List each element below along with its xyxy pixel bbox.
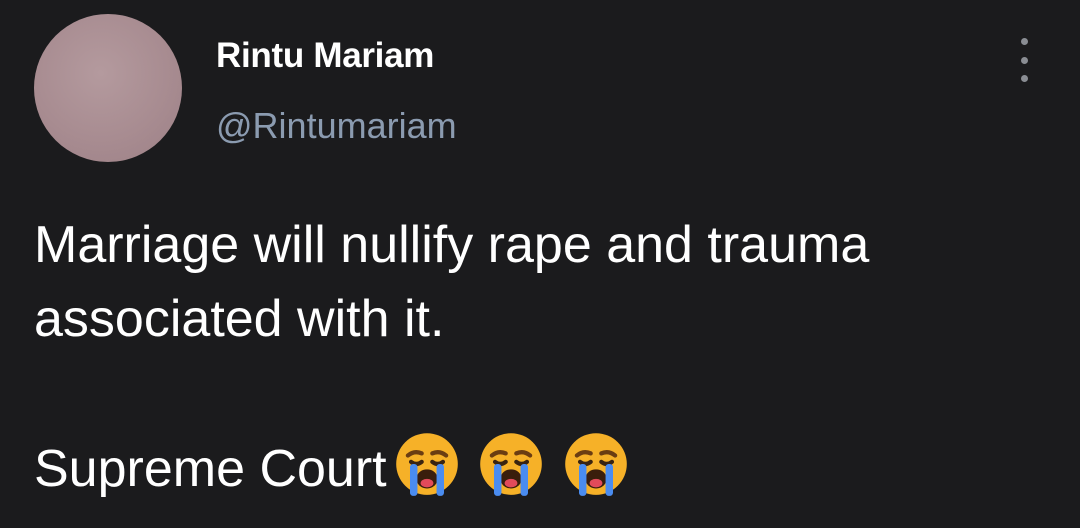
tweet-card: Rintu Mariam @Rintumariam Marriage will … [0, 0, 1080, 528]
loudly-crying-face-icon [395, 433, 458, 496]
tweet-body: Marriage will nullify rape and trauma as… [34, 208, 869, 518]
tweet-text-line: Supreme Court [34, 440, 387, 498]
more-vertical-icon [1020, 75, 1028, 82]
tweet-text-line: associated with it. [34, 290, 445, 348]
more-vertical-icon [1020, 56, 1028, 64]
more-vertical-icon [1020, 38, 1028, 45]
emoji-row [393, 430, 632, 518]
author-handle[interactable]: @Rintumariam [216, 105, 457, 147]
loudly-crying-face-icon [480, 433, 542, 496]
avatar[interactable] [34, 14, 182, 162]
more-options-button[interactable] [1008, 38, 1040, 82]
author-display-name[interactable]: Rintu Mariam [216, 36, 434, 76]
tweet-text-line: Marriage will nullify rape and trauma [34, 216, 870, 274]
loudly-crying-face-icon [564, 433, 627, 496]
tweet-text-spacer [34, 356, 869, 430]
tweet-text-signature-line: Supreme Court [34, 430, 869, 518]
